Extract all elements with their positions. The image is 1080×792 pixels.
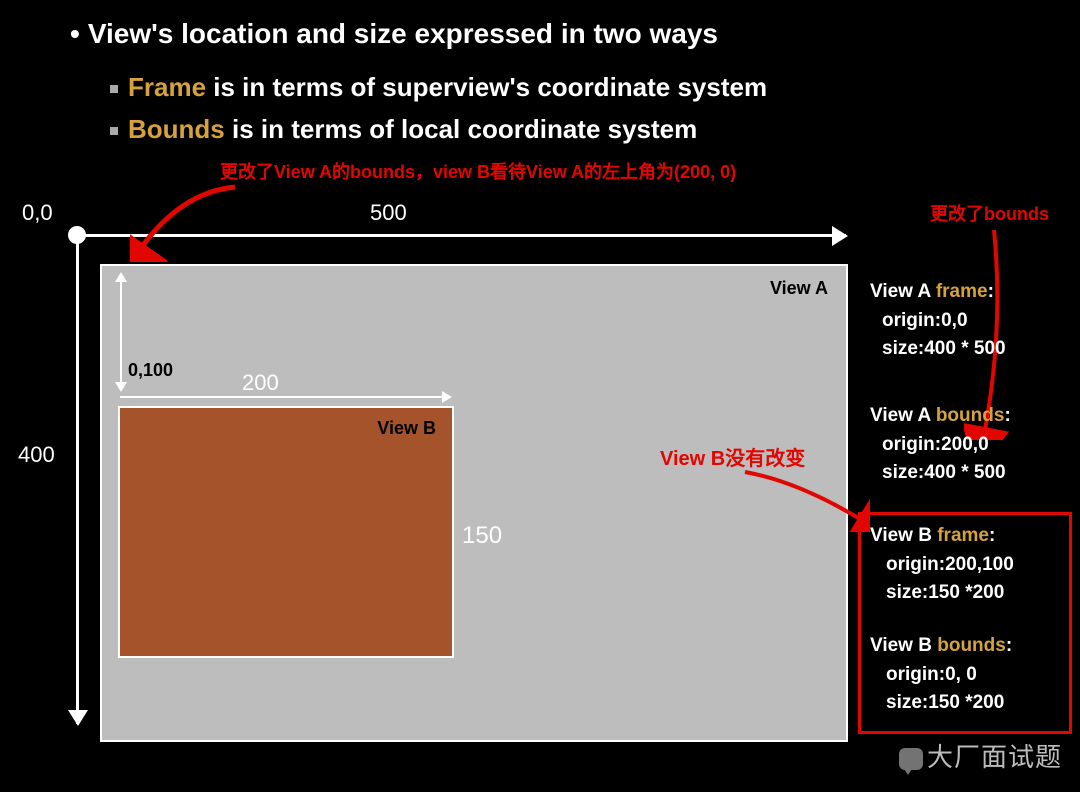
view-a-rect: View A 0,100 200 150 View B	[100, 264, 848, 742]
vert-span-label: 150	[462, 522, 502, 550]
bounds-keyword: Bounds	[128, 114, 225, 144]
panel-viewa-frame: View A frame: origin:0,0 size:400 * 500	[870, 278, 1006, 364]
panel-viewb-bounds: View B bounds: origin:0, 0 size:150 *200	[870, 632, 1012, 718]
frame-rest: is in terms of superview's coordinate sy…	[206, 72, 767, 102]
red-arrow-viewb-unchanged	[740, 452, 870, 532]
bullet-frame: Frame is in terms of superview's coordin…	[110, 72, 767, 103]
bullet-main: •View's location and size expressed in t…	[70, 18, 718, 50]
annotation-top: 更改了View A的bounds，view B看待View A的左上角为(200…	[220, 158, 736, 184]
inner-point-label: 0,100	[128, 360, 173, 381]
view-b-label: View B	[377, 418, 436, 439]
chat-bubble-icon	[899, 748, 923, 770]
slide: •View's location and size expressed in t…	[0, 0, 1080, 792]
bounds-rest: is in terms of local coordinate system	[225, 114, 697, 144]
red-arrow-to-origin	[130, 182, 240, 262]
annotation-right: 更改了bounds	[930, 200, 1049, 226]
axis-origin-label: 0,0	[22, 200, 53, 226]
bullet-bounds: Bounds is in terms of local coordinate s…	[110, 114, 697, 145]
watermark: 大厂面试题	[899, 737, 1062, 774]
inner-vertical-arrow	[120, 274, 122, 390]
view-b-rect: View B	[118, 406, 454, 658]
panel-viewb-frame: View B frame: origin:200,100 size:150 *2…	[870, 522, 1014, 608]
axis-y-label: 400	[18, 442, 55, 468]
horiz-span-label: 200	[242, 370, 279, 396]
bullet-main-text: View's location and size expressed in tw…	[88, 18, 718, 49]
axis-x-label: 500	[370, 200, 407, 226]
y-axis-arrow	[76, 234, 79, 724]
frame-keyword: Frame	[128, 72, 206, 102]
panel-viewa-bounds: View A bounds: origin:200,0 size:400 * 5…	[870, 402, 1011, 488]
inner-horizontal-arrow	[120, 396, 450, 398]
view-a-label: View A	[770, 278, 828, 299]
